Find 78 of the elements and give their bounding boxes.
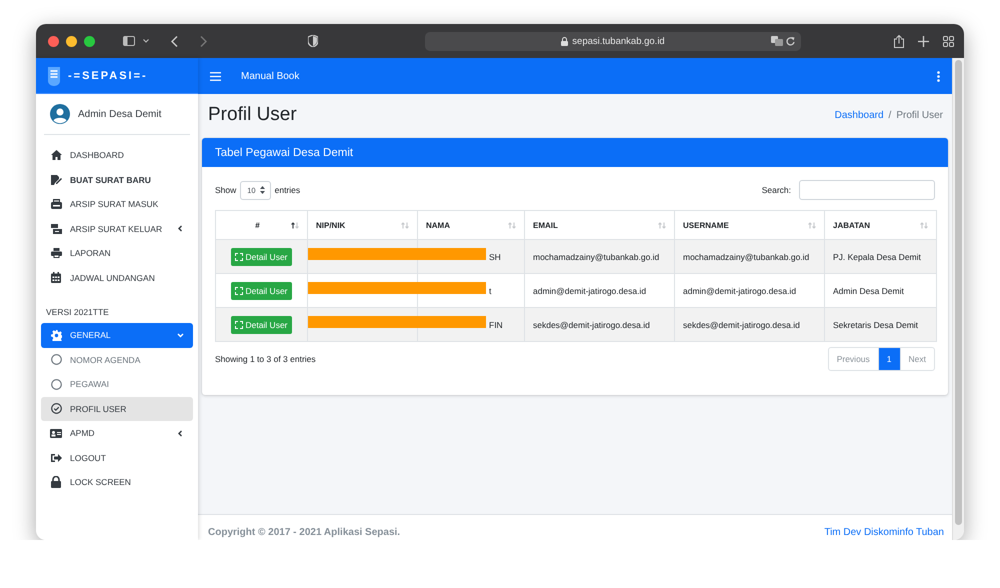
more-icon[interactable] — [937, 70, 940, 82]
boxes-icon — [50, 224, 62, 234]
new-tab-icon[interactable] — [918, 36, 929, 46]
breadcrumb-separator: / — [888, 110, 892, 120]
pagination-button[interactable]: 1 — [878, 348, 900, 370]
menu-icon[interactable] — [210, 72, 221, 80]
reload-icon[interactable] — [786, 36, 795, 46]
column-header[interactable]: NAMA — [418, 210, 524, 240]
table-cell: sekdes@demit-jatirogo.desa.id — [524, 308, 674, 342]
column-header[interactable]: # — [216, 210, 308, 240]
column-header[interactable]: EMAIL — [524, 210, 674, 240]
column-header[interactable]: JABATAN — [824, 210, 936, 240]
inbox-icon — [50, 199, 62, 210]
zoom-button[interactable] — [84, 36, 95, 46]
sidebar-item[interactable]: PEGAWAI — [41, 372, 193, 396]
column-header[interactable]: USERNAME — [674, 210, 824, 240]
id-card-icon — [50, 428, 62, 438]
sidebar-item[interactable]: BUAT SURAT BARU — [41, 168, 193, 192]
sidebar-item[interactable]: LAPORAN — [41, 241, 193, 266]
table-cell: sekdes@demit-jatirogo.desa.id — [674, 308, 824, 342]
updown-caret-icon — [260, 186, 265, 194]
circle-icon — [50, 378, 62, 390]
entries-label: entries — [274, 185, 300, 195]
chevron-down-icon[interactable] — [143, 39, 149, 43]
sidebar-item[interactable]: DASHBOARD — [41, 143, 193, 168]
calendar-icon — [51, 272, 61, 284]
manual-book-link[interactable]: Manual Book — [241, 70, 300, 82]
menu-section-header: VERSI 2021TTE — [45, 306, 110, 319]
printer-icon — [50, 248, 62, 258]
check-circle-icon — [50, 403, 62, 414]
column-header[interactable]: NIP/NIK — [308, 210, 418, 240]
lock-icon — [51, 476, 61, 488]
sidebar-toggle-icon[interactable] — [123, 36, 135, 46]
sidebar-item[interactable]: ARSIP SURAT MASUK — [41, 192, 193, 216]
search-field[interactable] — [799, 180, 935, 200]
breadcrumb-current: Profil User — [896, 110, 943, 120]
home-icon — [50, 150, 62, 160]
expand-icon — [235, 320, 244, 328]
search-label: Search: — [762, 185, 791, 195]
table-cell: mochamadzainy@tubankab.go.id — [674, 240, 824, 274]
sidebar-item[interactable]: LOCK SCREEN — [41, 470, 193, 494]
sort-icon[interactable] — [291, 222, 299, 228]
share-icon[interactable] — [894, 34, 904, 48]
signature-icon — [50, 174, 62, 185]
table-info: Showing 1 to 3 of 3 entries — [215, 354, 316, 364]
sidebar-item[interactable]: PROFIL USER — [41, 396, 193, 421]
sidebar-item[interactable]: JADWAL UNDANGAN — [41, 266, 193, 290]
sidebar-item[interactable]: LOGOUT — [41, 446, 193, 470]
expand-icon — [235, 286, 244, 294]
sidebar-item[interactable]: NOMOR AGENDA — [41, 348, 193, 372]
back-icon[interactable] — [171, 36, 178, 46]
show-label: Show — [215, 185, 236, 195]
sidebar-item[interactable]: APMD — [41, 421, 193, 446]
table-cell: mochamadzainy@tubankab.go.id — [524, 240, 674, 274]
shield-icon[interactable] — [308, 35, 318, 47]
avatar-icon — [50, 104, 70, 124]
breadcrumb-link[interactable]: Dashboard — [834, 110, 884, 120]
address-bar[interactable]: sepasi.tubankab.go.id — [425, 32, 801, 50]
logo-icon — [48, 66, 60, 86]
sign-out-icon — [50, 452, 62, 463]
card-title: Tabel Pegawai Desa Demit — [215, 146, 354, 158]
table-cell: PJ. Kepala Desa Demit — [824, 240, 936, 274]
credit-link[interactable]: Tim Dev Diskominfo Tuban — [824, 527, 944, 538]
lock-icon — [561, 36, 568, 46]
forward-icon[interactable] — [200, 36, 207, 46]
table-cell: Sekretaris Desa Demit — [824, 308, 936, 342]
close-button[interactable] — [48, 36, 59, 46]
sidebar-item[interactable]: ARSIP SURAT KELUAR — [41, 216, 193, 241]
tab-overview-icon[interactable] — [943, 36, 954, 46]
gear-icon — [50, 330, 62, 341]
user-name[interactable]: Admin Desa Demit — [78, 108, 162, 120]
expand-icon — [235, 252, 244, 260]
page-title: Profil User — [208, 104, 297, 126]
brand-name: -=SEPASI=- — [68, 70, 148, 82]
circle-icon — [50, 354, 62, 366]
minimize-button[interactable] — [66, 36, 77, 46]
copyright-text: Copyright © 2017 - 2021 Aplikasi Sepasi. — [208, 527, 400, 538]
sidebar-item[interactable]: GENERAL — [41, 323, 193, 348]
